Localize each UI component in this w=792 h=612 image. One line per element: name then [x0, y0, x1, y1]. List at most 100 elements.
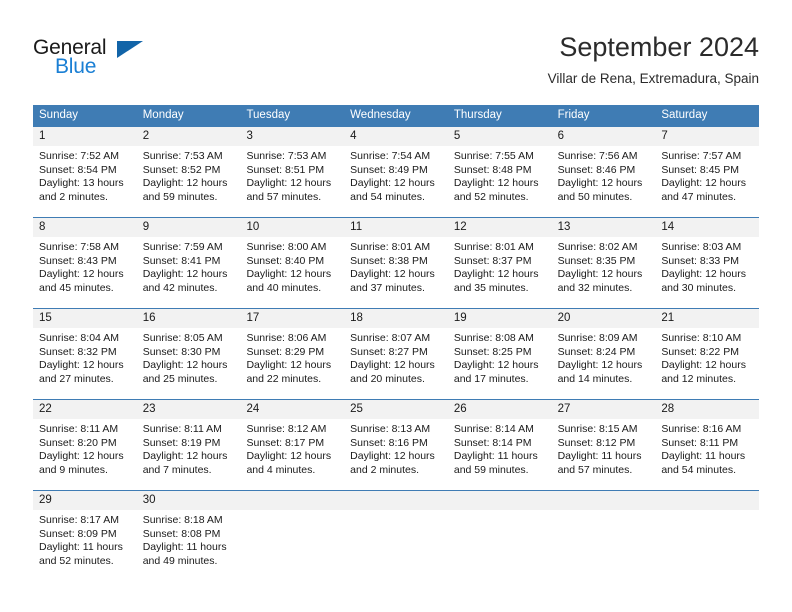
- daylight-text-cont: and 52 minutes.: [39, 554, 114, 567]
- day-number-empty: [240, 491, 344, 510]
- day-cell: Sunrise: 8:13 AM Sunset: 8:16 PM Dayligh…: [344, 419, 448, 490]
- sunrise-text: Sunrise: 8:11 AM: [142, 423, 222, 435]
- sunrise-text: Sunrise: 8:16 AM: [661, 423, 742, 435]
- weekday-thursday: Thursday: [453, 109, 502, 121]
- day-cell: Sunrise: 8:03 AM Sunset: 8:33 PM Dayligh…: [655, 237, 759, 308]
- day-cell: Sunrise: 8:09 AM Sunset: 8:24 PM Dayligh…: [552, 328, 656, 399]
- day-cell: Sunrise: 8:14 AM Sunset: 8:14 PM Dayligh…: [448, 419, 552, 490]
- day-number[interactable]: 14: [655, 218, 759, 237]
- sunset-text: Sunset: 8:09 PM: [39, 527, 117, 540]
- day-number[interactable]: 16: [137, 309, 241, 328]
- daylight-text: Daylight: 12 hours: [142, 177, 228, 190]
- daylight-text: Daylight: 12 hours: [661, 268, 746, 281]
- day-number[interactable]: 19: [448, 309, 552, 328]
- day-number[interactable]: 10: [240, 218, 344, 237]
- day-cell: Sunrise: 8:12 AM Sunset: 8:17 PM Dayligh…: [240, 419, 344, 490]
- day-number[interactable]: 12: [448, 218, 552, 237]
- daylight-text-cont: and 12 minutes.: [661, 372, 737, 385]
- day-number[interactable]: 11: [344, 218, 448, 237]
- day-number[interactable]: 29: [33, 491, 137, 510]
- daylight-text-cont: and 50 minutes.: [557, 190, 633, 203]
- day-number[interactable]: 27: [552, 400, 656, 419]
- general-blue-logo[interactable]: General Blue: [33, 36, 163, 82]
- day-number[interactable]: 30: [137, 491, 241, 510]
- day-number[interactable]: 21: [655, 309, 759, 328]
- daylight-text: Daylight: 12 hours: [557, 177, 643, 190]
- week-daynum-row: 15 16 17 18 19 20 21: [33, 309, 759, 328]
- daylight-text-cont: and 54 minutes.: [350, 190, 425, 203]
- daylight-text-cont: and 47 minutes.: [661, 190, 737, 203]
- sunrise-text: Sunrise: 7:59 AM: [142, 241, 223, 253]
- day-number[interactable]: 26: [448, 400, 552, 419]
- sunset-text: Sunset: 8:11 PM: [661, 436, 739, 449]
- sunrise-text: Sunrise: 8:15 AM: [557, 423, 638, 435]
- day-number[interactable]: 25: [344, 400, 448, 419]
- daylight-text: Daylight: 12 hours: [557, 268, 643, 281]
- day-cell: Sunrise: 8:04 AM Sunset: 8:32 PM Dayligh…: [33, 328, 137, 399]
- week-row: 22 23 24 25 26 27 28 Sunrise: 8:11 AM Su…: [33, 399, 759, 490]
- sunset-text: Sunset: 8:49 PM: [350, 163, 428, 176]
- sunset-text: Sunset: 8:08 PM: [142, 527, 221, 540]
- day-cell: Sunrise: 8:11 AM Sunset: 8:19 PM Dayligh…: [137, 419, 241, 490]
- day-cell-empty: [240, 510, 344, 581]
- week-daynum-row: 1 2 3 4 5 6 7: [33, 127, 759, 146]
- week-detail-row: Sunrise: 8:11 AM Sunset: 8:20 PM Dayligh…: [33, 419, 759, 490]
- sunrise-text: Sunrise: 8:01 AM: [350, 241, 431, 253]
- daylight-text-cont: and 20 minutes.: [350, 372, 425, 385]
- sunrise-text: Sunrise: 8:12 AM: [246, 423, 327, 435]
- daylight-text: Daylight: 12 hours: [350, 177, 435, 190]
- day-number[interactable]: 17: [240, 309, 344, 328]
- daylight-text: Daylight: 12 hours: [350, 268, 435, 281]
- daylight-text: Daylight: 12 hours: [142, 450, 228, 463]
- day-number[interactable]: 4: [344, 127, 448, 146]
- sunrise-text: Sunrise: 8:00 AM: [246, 241, 327, 253]
- sunset-text: Sunset: 8:29 PM: [246, 345, 325, 358]
- sunset-text: Sunset: 8:12 PM: [557, 436, 636, 449]
- daylight-text-cont: and 57 minutes.: [246, 190, 322, 203]
- sunset-text: Sunset: 8:46 PM: [557, 163, 636, 176]
- weekday-sunday: Sunday: [39, 109, 79, 121]
- day-number[interactable]: 5: [448, 127, 552, 146]
- weekday-monday: Monday: [142, 109, 184, 121]
- sunset-text: Sunset: 8:17 PM: [246, 436, 325, 449]
- sunset-text: Sunset: 8:27 PM: [350, 345, 428, 358]
- day-number[interactable]: 6: [552, 127, 656, 146]
- day-number[interactable]: 22: [33, 400, 137, 419]
- daylight-text: Daylight: 12 hours: [557, 359, 643, 372]
- day-number[interactable]: 20: [552, 309, 656, 328]
- sunset-text: Sunset: 8:24 PM: [557, 345, 636, 358]
- daylight-text: Daylight: 12 hours: [39, 268, 124, 281]
- day-number[interactable]: 2: [137, 127, 241, 146]
- day-number[interactable]: 28: [655, 400, 759, 419]
- daylight-text-cont: and 4 minutes.: [246, 463, 316, 476]
- day-cell: Sunrise: 8:01 AM Sunset: 8:37 PM Dayligh…: [448, 237, 552, 308]
- day-number[interactable]: 8: [33, 218, 137, 237]
- day-cell: Sunrise: 8:08 AM Sunset: 8:25 PM Dayligh…: [448, 328, 552, 399]
- daylight-text: Daylight: 12 hours: [142, 268, 228, 281]
- day-number[interactable]: 24: [240, 400, 344, 419]
- day-number[interactable]: 18: [344, 309, 448, 328]
- day-number[interactable]: 23: [137, 400, 241, 419]
- day-cell: Sunrise: 8:18 AM Sunset: 8:08 PM Dayligh…: [137, 510, 241, 581]
- weekday-wednesday: Wednesday: [350, 109, 411, 121]
- daylight-text: Daylight: 12 hours: [142, 359, 228, 372]
- daylight-text: Daylight: 11 hours: [39, 541, 123, 554]
- daylight-text-cont: and 45 minutes.: [39, 281, 114, 294]
- sunset-text: Sunset: 8:30 PM: [142, 345, 221, 358]
- day-cell-empty: [448, 510, 552, 581]
- daylight-text: Daylight: 11 hours: [661, 450, 746, 463]
- day-number[interactable]: 9: [137, 218, 241, 237]
- day-number[interactable]: 15: [33, 309, 137, 328]
- sunset-text: Sunset: 8:48 PM: [453, 163, 532, 176]
- day-cell: Sunrise: 8:06 AM Sunset: 8:29 PM Dayligh…: [240, 328, 344, 399]
- daylight-text: Daylight: 12 hours: [246, 268, 332, 281]
- daylight-text: Daylight: 12 hours: [453, 268, 539, 281]
- day-number[interactable]: 3: [240, 127, 344, 146]
- day-number[interactable]: 1: [33, 127, 137, 146]
- day-number[interactable]: 13: [552, 218, 656, 237]
- day-number[interactable]: 7: [655, 127, 759, 146]
- daylight-text: Daylight: 12 hours: [453, 359, 539, 372]
- day-cell: Sunrise: 8:17 AM Sunset: 8:09 PM Dayligh…: [33, 510, 137, 581]
- sunrise-text: Sunrise: 7:52 AM: [39, 150, 119, 162]
- sunrise-text: Sunrise: 7:54 AM: [350, 150, 431, 162]
